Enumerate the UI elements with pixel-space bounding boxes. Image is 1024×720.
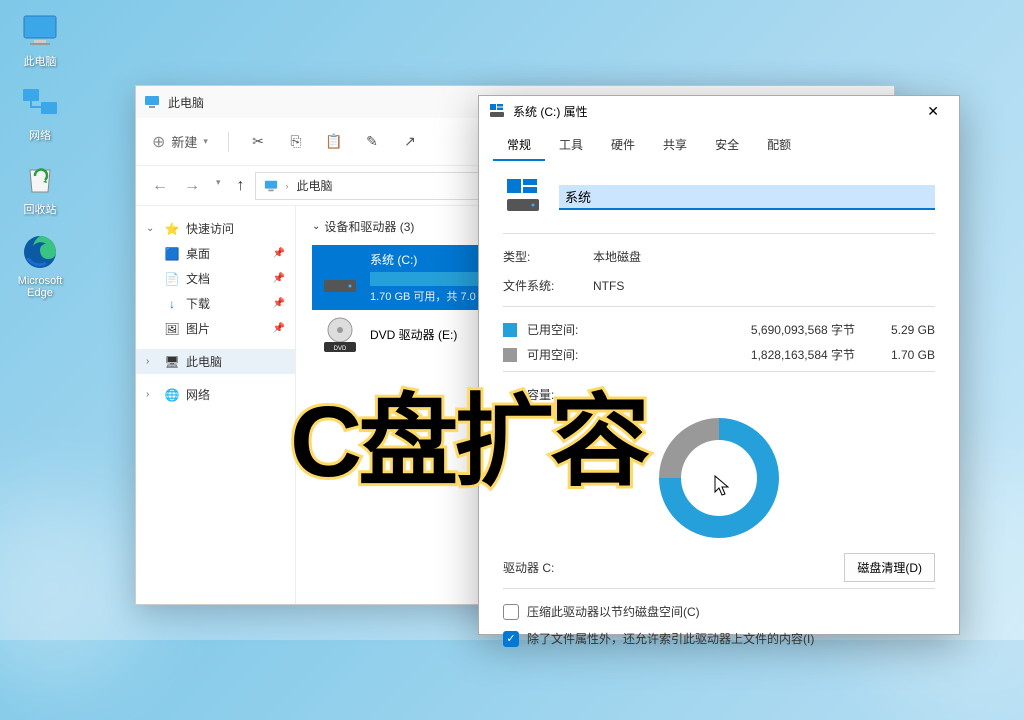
drive-icon xyxy=(489,103,505,119)
desktop-icon-recycle[interactable]: 回收站 xyxy=(10,158,70,217)
used-size: 5.29 GB xyxy=(875,323,935,337)
type-label: 类型: xyxy=(503,248,593,265)
properties-tabs: 常规 工具 硬件 共享 安全 配额 xyxy=(479,126,959,161)
nav-back[interactable]: ← xyxy=(152,177,168,195)
rename-icon[interactable]: ✎ xyxy=(363,133,381,151)
share-icon[interactable]: ↗ xyxy=(401,133,419,151)
desktop-icon-label: Microsoft Edge xyxy=(10,275,70,299)
network-icon xyxy=(20,84,60,124)
tab-sharing[interactable]: 共享 xyxy=(649,130,701,161)
pin-icon: 📌 xyxy=(273,323,285,334)
free-swatch xyxy=(503,348,517,362)
pin-icon: 📌 xyxy=(273,298,285,309)
index-checkbox[interactable]: ✓ xyxy=(503,631,519,647)
nav-forward[interactable]: → xyxy=(184,177,200,195)
paste-icon[interactable]: 📋 xyxy=(325,133,343,151)
tab-security[interactable]: 安全 xyxy=(701,130,753,161)
properties-title: 系统 (C:) 属性 xyxy=(513,103,588,120)
pin-icon: 📌 xyxy=(273,248,285,259)
used-bytes: 5,690,093,568 字节 xyxy=(617,321,875,338)
fs-label: 文件系统: xyxy=(503,277,593,294)
recycle-icon xyxy=(20,158,60,198)
sidebar-item-desktop[interactable]: 🟦桌面📌 xyxy=(136,241,295,266)
sidebar-quick-access[interactable]: ⌄⭐快速访问 xyxy=(136,216,295,241)
index-checkbox-row[interactable]: ✓ 除了文件属性外，还允许索引此驱动器上文件的内容(I) xyxy=(503,630,935,647)
desktop-icon-network[interactable]: 网络 xyxy=(10,84,70,143)
close-button[interactable]: ✕ xyxy=(917,99,949,124)
cursor-icon xyxy=(713,474,733,498)
pc-icon xyxy=(144,94,160,110)
cut-icon[interactable]: ✂ xyxy=(249,133,267,151)
used-swatch xyxy=(503,323,517,337)
sidebar-this-pc[interactable]: ›🖥此电脑 xyxy=(136,349,295,374)
sidebar-item-documents[interactable]: 📄文档📌 xyxy=(136,266,295,291)
tab-quota[interactable]: 配额 xyxy=(753,130,805,161)
desktop-icon-edge[interactable]: Microsoft Edge xyxy=(10,232,70,299)
compress-checkbox[interactable] xyxy=(503,604,519,620)
path-text: 此电脑 xyxy=(297,177,333,194)
nav-recent[interactable]: ▾ xyxy=(216,177,221,195)
compress-checkbox-row[interactable]: 压缩此驱动器以节约磁盘空间(C) xyxy=(503,603,935,620)
tab-hardware[interactable]: 硬件 xyxy=(597,130,649,161)
disk-cleanup-button[interactable]: 磁盘清理(D) xyxy=(844,553,935,582)
sidebar-item-downloads[interactable]: ↓下载📌 xyxy=(136,291,295,316)
type-value: 本地磁盘 xyxy=(593,248,935,265)
pin-icon: 📌 xyxy=(273,273,285,284)
drive-c-label: 驱动器 C: xyxy=(503,559,554,576)
fs-value: NTFS xyxy=(593,279,935,293)
sidebar: ⌄⭐快速访问 🟦桌面📌 📄文档📌 ↓下载📌 🖼图片📌 ›🖥此电脑 ›🌐网络 xyxy=(136,206,296,604)
downloads-icon: ↓ xyxy=(164,296,180,312)
desktop-folder-icon: 🟦 xyxy=(164,246,180,262)
pc-icon: 🖥 xyxy=(164,354,180,370)
documents-icon: 📄 xyxy=(164,271,180,287)
pc-icon xyxy=(20,10,60,50)
free-label: 可用空间: xyxy=(527,346,617,363)
desktop-icon-label: 网络 xyxy=(29,127,51,143)
desktop-icon-label: 回收站 xyxy=(24,201,57,217)
network-icon: 🌐 xyxy=(164,387,180,403)
new-button[interactable]: ⊕新建▾ xyxy=(152,132,208,152)
desktop-icons: 此电脑 网络 回收站 Microsoft Edge xyxy=(10,10,70,299)
tab-tools[interactable]: 工具 xyxy=(545,130,597,161)
pc-icon xyxy=(264,179,278,193)
copy-icon[interactable]: ⎘ xyxy=(287,133,305,151)
sidebar-network[interactable]: ›🌐网络 xyxy=(136,382,295,407)
drive-name-input[interactable] xyxy=(559,185,935,210)
tab-general[interactable]: 常规 xyxy=(493,130,545,161)
capacity-label: 容量: xyxy=(527,386,617,403)
properties-title-bar: 系统 (C:) 属性 ✕ xyxy=(479,96,959,126)
properties-window: 系统 (C:) 属性 ✕ 常规 工具 硬件 共享 安全 配额 类型:本地磁盘 文… xyxy=(478,95,960,635)
properties-body: 类型:本地磁盘 文件系统:NTFS 已用空间: 5,690,093,568 字节… xyxy=(479,161,959,663)
svg-text:DVD: DVD xyxy=(334,346,347,352)
free-size: 1.70 GB xyxy=(875,348,935,362)
dvd-icon: DVD xyxy=(320,316,360,356)
free-bytes: 1,828,163,584 字节 xyxy=(617,346,875,363)
desktop-icon-label: 此电脑 xyxy=(24,53,57,69)
desktop-icon-this-pc[interactable]: 此电脑 xyxy=(10,10,70,69)
pictures-icon: 🖼 xyxy=(164,321,180,337)
edge-icon xyxy=(20,232,60,272)
nav-up[interactable]: ↑ xyxy=(237,177,245,195)
drive-icon xyxy=(320,258,360,298)
drive-icon xyxy=(503,177,543,217)
used-label: 已用空间: xyxy=(527,321,617,338)
sidebar-item-pictures[interactable]: 🖼图片📌 xyxy=(136,316,295,341)
